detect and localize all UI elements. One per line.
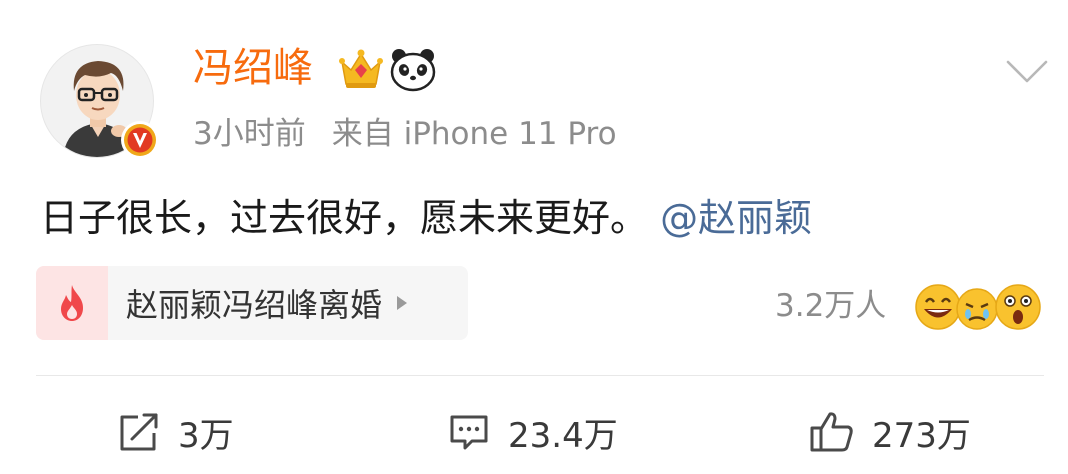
mention-link[interactable]: @赵丽颖 <box>660 196 812 240</box>
post-source[interactable]: 来自 iPhone 11 Pro <box>332 116 617 152</box>
crown-badge-icon[interactable] <box>338 48 384 92</box>
thumbs-up-icon <box>810 412 853 452</box>
post-content: 日子很长，过去很好，愿未来更好。 @赵丽颖 <box>40 190 812 246</box>
repost-button[interactable]: 3万 <box>116 404 234 460</box>
comment-icon <box>450 415 488 450</box>
topic-label: 赵丽颖冯绍峰离婚 <box>126 286 383 324</box>
author-name[interactable]: 冯绍峰 <box>193 42 313 94</box>
like-button[interactable]: 273万 <box>808 404 971 460</box>
surprised-emoji <box>995 284 1041 330</box>
panda-badge-icon[interactable] <box>389 46 437 92</box>
hot-topic-card[interactable]: 赵丽颖冯绍峰离婚 <box>36 266 468 340</box>
reaction-emojis[interactable] <box>913 282 1043 332</box>
repost-icon <box>120 413 158 451</box>
comment-count: 23.4万 <box>508 415 618 456</box>
avatar-container[interactable] <box>40 44 159 162</box>
topic-icon-box <box>36 266 108 340</box>
like-count: 273万 <box>872 415 971 456</box>
repost-count: 3万 <box>178 415 234 456</box>
triangle-right-icon <box>397 296 408 310</box>
divider <box>36 375 1044 376</box>
fire-icon <box>61 285 83 321</box>
post-time: 3小时前 <box>193 116 306 152</box>
comment-button[interactable]: 23.4万 <box>446 404 618 460</box>
reaction-count[interactable]: 3.2万人 <box>775 284 886 328</box>
verified-v-icon <box>121 121 159 159</box>
cry-emoji <box>956 288 998 330</box>
post-text: 日子很长，过去很好，愿未来更好。 <box>40 196 649 240</box>
laugh-emoji <box>915 284 961 330</box>
post-meta: 3小时前 来自 iPhone 11 Pro <box>193 112 617 156</box>
chevron-down-icon[interactable] <box>1004 54 1050 88</box>
